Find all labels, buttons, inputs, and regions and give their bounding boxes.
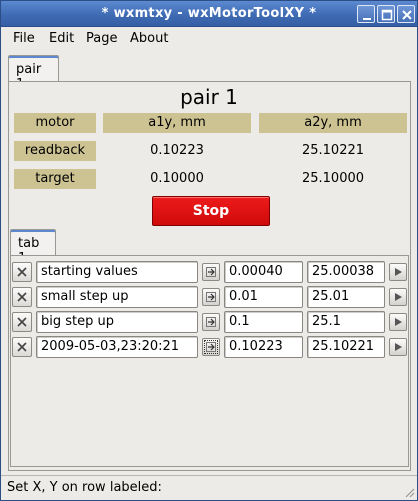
menu-page[interactable]: Page	[86, 31, 117, 46]
delete-row-button[interactable]	[12, 312, 32, 332]
row-y-field[interactable]: 25.00038	[307, 261, 385, 283]
delete-row-button[interactable]	[12, 287, 32, 307]
row-x-field[interactable]: 0.01	[224, 286, 303, 308]
row-label-field[interactable]: small step up	[36, 286, 198, 308]
go-row-button[interactable]	[389, 288, 407, 306]
close-icon	[402, 10, 412, 20]
set-from-readback-button[interactable]	[202, 338, 220, 356]
motor-header: motor	[14, 113, 96, 133]
tab-pair-1[interactable]: pair 1	[8, 55, 59, 92]
readback-a1-value: 0.10223	[150, 143, 204, 158]
row-y-field[interactable]: 25.1	[307, 311, 385, 333]
menu-about[interactable]: About	[130, 31, 168, 46]
play-icon	[395, 343, 402, 351]
pair-title: pair 1	[180, 85, 238, 109]
delete-row-button[interactable]	[12, 337, 32, 357]
close-icon	[17, 292, 27, 302]
row-label-field[interactable]: big step up	[36, 311, 198, 333]
maximize-icon	[381, 9, 393, 21]
menu-bar: File Edit Page About	[1, 28, 417, 50]
arrow-right-icon	[206, 342, 216, 352]
arrow-right-icon	[206, 292, 216, 302]
play-icon	[395, 268, 402, 276]
row-x-field[interactable]: 0.1	[224, 311, 303, 333]
arrow-right-icon	[206, 317, 216, 327]
row-x-field[interactable]: 0.00040	[224, 261, 303, 283]
target-label: target	[14, 169, 96, 189]
row-y-field[interactable]: 25.01	[307, 286, 385, 308]
row-label-field[interactable]: 2009-05-03,23:20:21	[36, 336, 198, 358]
target-a2-value: 25.10000	[301, 171, 365, 186]
close-icon	[17, 317, 27, 327]
maximize-button[interactable]	[377, 5, 395, 23]
readback-a2-value: 25.10221	[301, 143, 365, 158]
set-from-readback-button[interactable]	[202, 288, 220, 306]
close-icon	[17, 342, 27, 352]
title-bar[interactable]: * wxmtxy - wxMotorToolXY *	[1, 1, 417, 27]
close-button[interactable]	[397, 5, 415, 23]
tab-tab-1[interactable]: tab 1	[10, 229, 56, 266]
go-row-button[interactable]	[389, 263, 407, 281]
status-bar: Set X, Y on row labeled:	[1, 475, 417, 500]
menu-file[interactable]: File	[13, 31, 35, 46]
delete-row-button[interactable]	[12, 262, 32, 282]
target-a1-value: 0.10000	[150, 171, 204, 186]
go-row-button[interactable]	[389, 313, 407, 331]
play-icon	[395, 293, 402, 301]
app-window: * wxmtxy - wxMotorToolXY * File Edit Pag…	[0, 0, 418, 501]
play-icon	[395, 318, 402, 326]
status-text: Set X, Y on row labeled:	[7, 480, 162, 495]
row-y-field[interactable]: 25.10221	[307, 336, 385, 358]
row-label-field[interactable]: starting values	[36, 261, 198, 283]
a2-header: a2y, mm	[259, 113, 407, 133]
close-icon	[17, 267, 27, 277]
window-title: * wxmtxy - wxMotorToolXY *	[101, 6, 317, 21]
stop-button[interactable]: Stop	[152, 196, 270, 226]
arrow-right-icon	[206, 267, 216, 277]
set-from-readback-button[interactable]	[202, 313, 220, 331]
row-x-field[interactable]: 0.10223	[224, 336, 303, 358]
minimize-icon	[363, 18, 371, 20]
go-row-button[interactable]	[389, 338, 407, 356]
a1-header: a1y, mm	[103, 113, 251, 133]
minimize-button[interactable]	[357, 5, 375, 23]
set-from-readback-button[interactable]	[202, 263, 220, 281]
readback-label: readback	[14, 141, 96, 161]
menu-edit[interactable]: Edit	[49, 31, 74, 46]
resize-grip-icon[interactable]	[403, 486, 415, 498]
